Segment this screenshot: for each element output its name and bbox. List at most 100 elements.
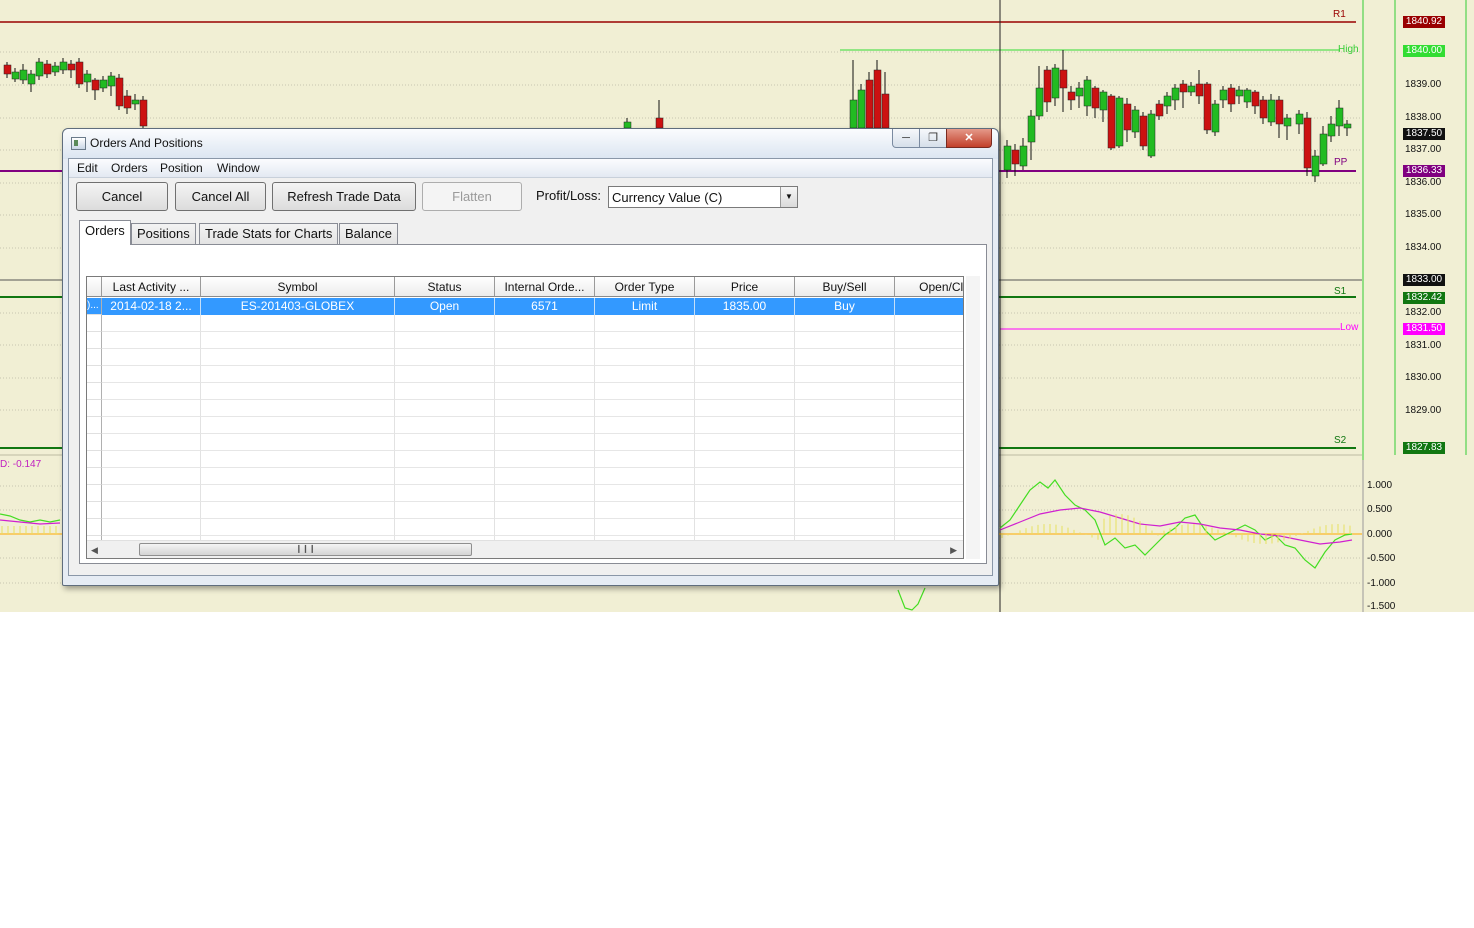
cell-buy-sell[interactable]: Buy bbox=[795, 298, 895, 315]
menu-edit[interactable]: Edit bbox=[77, 161, 98, 175]
scroll-thumb[interactable]: ❙❙❙ bbox=[139, 543, 472, 556]
empty-cell bbox=[102, 366, 201, 383]
chevron-down-icon[interactable]: ▼ bbox=[780, 187, 797, 207]
table-row[interactable]: )... 2014-02-18 2... ES-201403-GLOBEX Op… bbox=[87, 298, 963, 315]
price-tick: 1834.00 bbox=[1405, 242, 1442, 253]
empty-cell bbox=[695, 349, 795, 366]
row-handle bbox=[87, 400, 102, 417]
empty-cell bbox=[395, 519, 495, 536]
empty-cell bbox=[695, 434, 795, 451]
empty-cell bbox=[895, 383, 963, 400]
scroll-left-icon[interactable]: ◀ bbox=[91, 545, 98, 556]
empty-cell bbox=[495, 332, 595, 349]
flatten-button[interactable]: Flatten bbox=[422, 182, 522, 211]
cell-status[interactable]: Open bbox=[395, 298, 495, 315]
close-button[interactable]: ✕ bbox=[946, 129, 992, 148]
profit-loss-select[interactable]: Currency Value (C) ▼ bbox=[608, 186, 798, 208]
cell-last-activity[interactable]: 2014-02-18 2... bbox=[102, 298, 201, 315]
title-bar[interactable]: Orders And Positions ─ ❐ ✕ bbox=[63, 129, 998, 159]
menu-orders[interactable]: Orders bbox=[111, 161, 148, 175]
empty-cell bbox=[695, 383, 795, 400]
empty-cell bbox=[795, 468, 895, 485]
cancel-button[interactable]: Cancel bbox=[76, 182, 168, 211]
tab-positions[interactable]: Positions bbox=[131, 223, 196, 244]
menu-window[interactable]: Window bbox=[217, 161, 260, 175]
column-header-buy-sell[interactable]: Buy/Sell bbox=[795, 277, 895, 297]
empty-cell bbox=[201, 400, 395, 417]
up-candle bbox=[1235, 89, 1244, 97]
down-candle bbox=[1123, 103, 1132, 131]
down-candle bbox=[1067, 91, 1076, 101]
empty-cell bbox=[695, 332, 795, 349]
vertical-scrollbar-track[interactable] bbox=[966, 276, 980, 559]
empty-cell bbox=[595, 332, 695, 349]
up-candle bbox=[1099, 91, 1108, 111]
empty-cell bbox=[201, 417, 395, 434]
empty-cell bbox=[695, 468, 795, 485]
app-icon bbox=[71, 137, 86, 150]
empty-cell bbox=[695, 485, 795, 502]
empty-cell bbox=[895, 349, 963, 366]
up-candle bbox=[1343, 123, 1352, 129]
empty-cell bbox=[795, 366, 895, 383]
horizontal-scrollbar[interactable]: ◀ ❙❙❙ ▶ bbox=[87, 540, 963, 558]
empty-cell bbox=[695, 417, 795, 434]
tab-orders[interactable]: Orders bbox=[79, 220, 131, 245]
empty-cell bbox=[395, 434, 495, 451]
osc-tick: -1.500 bbox=[1367, 601, 1396, 612]
table-header: Last Activity ... Symbol Status Internal… bbox=[87, 277, 963, 297]
column-header-price[interactable]: Price bbox=[695, 277, 795, 297]
scroll-right-icon[interactable]: ▶ bbox=[950, 545, 957, 556]
column-header-order-type[interactable]: Order Type bbox=[595, 277, 695, 297]
cell-price[interactable]: 1835.00 bbox=[695, 298, 795, 315]
refresh-trade-data-button[interactable]: Refresh Trade Data bbox=[272, 182, 416, 211]
empty-cell bbox=[695, 502, 795, 519]
maximize-button[interactable]: ❐ bbox=[919, 129, 947, 148]
empty-cell bbox=[595, 400, 695, 417]
down-candle bbox=[43, 63, 52, 75]
up-candle bbox=[1115, 97, 1124, 147]
osc-tick: 1.000 bbox=[1367, 480, 1393, 491]
empty-cell bbox=[795, 383, 895, 400]
low-tag: Low bbox=[1340, 322, 1359, 333]
cell-open-close[interactable] bbox=[895, 298, 963, 315]
price-tick: 1835.00 bbox=[1405, 209, 1442, 220]
empty-cell bbox=[895, 468, 963, 485]
empty-cell bbox=[102, 400, 201, 417]
orders-table[interactable]: Last Activity ... Symbol Status Internal… bbox=[86, 276, 964, 559]
down-candle bbox=[123, 95, 132, 109]
tab-balance[interactable]: Balance bbox=[339, 223, 398, 244]
price-tick: 1831.00 bbox=[1405, 340, 1442, 351]
cell-internal-order[interactable]: 6571 bbox=[495, 298, 595, 315]
row-handle bbox=[87, 434, 102, 451]
column-header-status[interactable]: Status bbox=[395, 277, 495, 297]
row-handle bbox=[87, 366, 102, 383]
empty-cell bbox=[102, 383, 201, 400]
column-header-symbol[interactable]: Symbol bbox=[201, 277, 395, 297]
orders-and-positions-window[interactable]: Orders And Positions ─ ❐ ✕ Edit Orders P… bbox=[62, 128, 999, 586]
cell-symbol[interactable]: ES-201403-GLOBEX bbox=[201, 298, 395, 315]
column-header-open-close[interactable]: Open/Clo bbox=[895, 277, 963, 297]
down-candle bbox=[1275, 99, 1284, 125]
up-candle bbox=[1035, 87, 1044, 117]
empty-cell bbox=[102, 315, 201, 332]
down-candle bbox=[1195, 83, 1204, 97]
empty-cell bbox=[201, 468, 395, 485]
empty-cell bbox=[201, 451, 395, 468]
empty-table-row bbox=[87, 434, 963, 451]
down-candle bbox=[1107, 95, 1116, 149]
empty-cell bbox=[895, 485, 963, 502]
column-header-last-activity[interactable]: Last Activity ... bbox=[102, 277, 201, 297]
column-header-internal-order[interactable]: Internal Orde... bbox=[495, 277, 595, 297]
minimize-button[interactable]: ─ bbox=[892, 129, 920, 148]
row-handle[interactable]: )... bbox=[87, 298, 102, 315]
empty-cell bbox=[395, 315, 495, 332]
empty-cell bbox=[201, 349, 395, 366]
empty-table-row bbox=[87, 332, 963, 349]
up-candle bbox=[849, 99, 858, 129]
cell-order-type[interactable]: Limit bbox=[595, 298, 695, 315]
cancel-all-button[interactable]: Cancel All bbox=[175, 182, 266, 211]
menu-position[interactable]: Position bbox=[160, 161, 203, 175]
tab-trade-stats[interactable]: Trade Stats for Charts bbox=[199, 223, 339, 244]
empty-cell bbox=[102, 332, 201, 349]
